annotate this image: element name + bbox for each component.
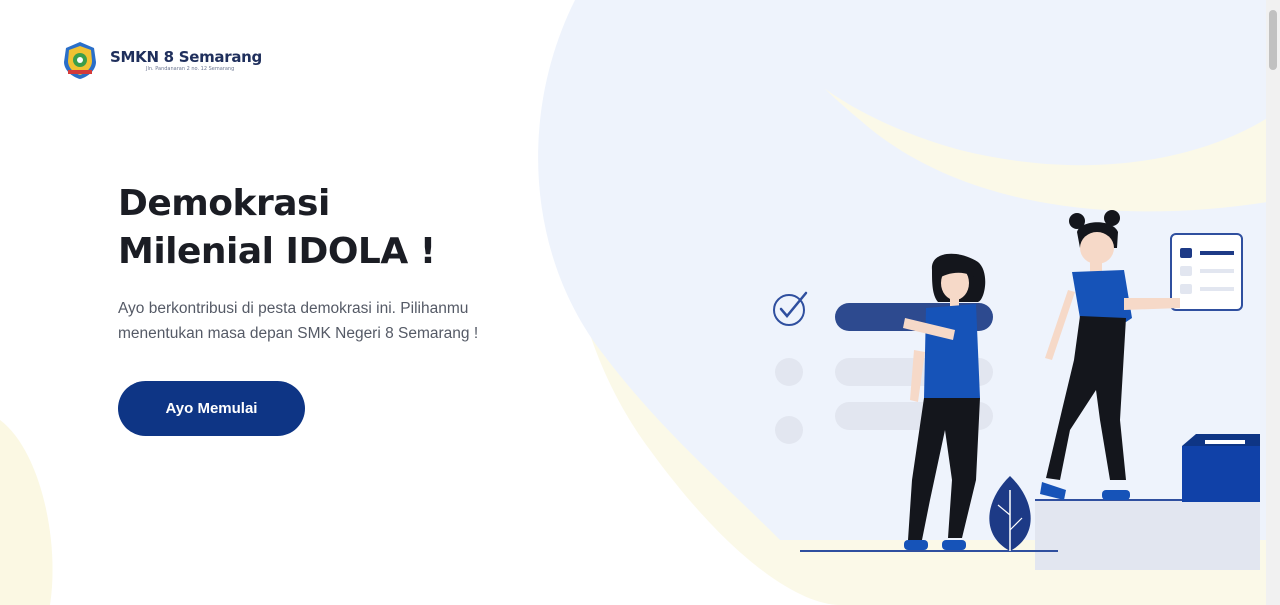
- voting-illustration: [773, 210, 1260, 570]
- ballot-card-icon: [1170, 233, 1243, 311]
- hero-title-line-2: Milenial IDOLA !: [118, 231, 436, 272]
- checklist-dot-3: [775, 416, 803, 444]
- hero-description-line-2: menentukan masa depan SMK Negeri 8 Semar…: [118, 325, 479, 342]
- person-right: [1040, 210, 1180, 500]
- checklist-dot-2: [775, 358, 803, 386]
- leaf-icon: [989, 476, 1031, 551]
- scrollbar[interactable]: [1266, 0, 1280, 605]
- checkmark-circle-icon: [773, 291, 808, 326]
- floor-platform: [1035, 500, 1260, 570]
- start-button[interactable]: Ayo Memulai: [118, 381, 305, 436]
- school-emblem-icon: [64, 42, 96, 79]
- ballot-box-icon: [1182, 434, 1260, 502]
- scrollbar-thumb[interactable]: [1269, 10, 1277, 70]
- left-cream-blob: [0, 420, 53, 605]
- brand-tagline: Jln. Pandanaran 2 no. 12 Semarang: [146, 65, 235, 72]
- hero-description-line-1: Ayo berkontribusi di pesta demokrasi ini…: [118, 300, 469, 317]
- brand-logo[interactable]: SMKN 8 Semarang Jln. Pandanaran 2 no. 12…: [60, 40, 262, 80]
- hero-title-line-1: Demokrasi: [118, 183, 330, 224]
- hero-description: Ayo berkontribusi di pesta demokrasi ini…: [118, 296, 538, 346]
- person-left: [903, 253, 986, 550]
- hero-title: Demokrasi Milenial IDOLA !: [118, 180, 538, 276]
- brand-name: SMKN 8 Semarang: [110, 47, 262, 66]
- hero-section: Demokrasi Milenial IDOLA ! Ayo berkontri…: [118, 180, 538, 346]
